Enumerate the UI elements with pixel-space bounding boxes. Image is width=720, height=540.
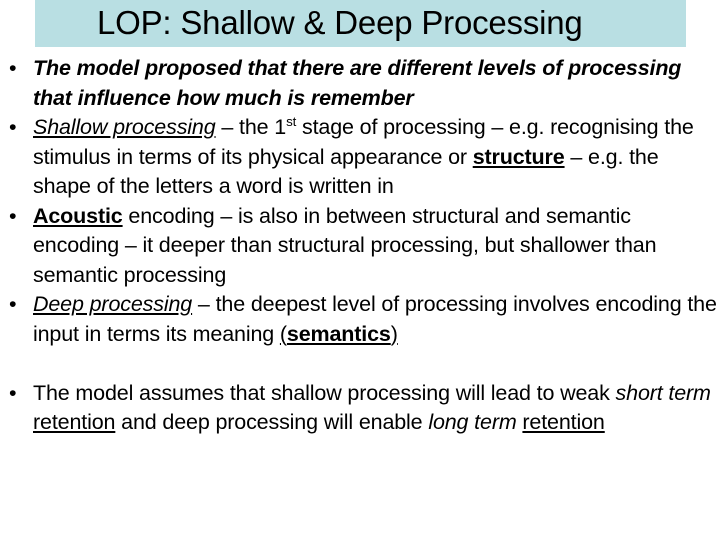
bullet-text: Acoustic encoding – is also in between s… [33, 202, 720, 291]
text-run: ) [390, 321, 398, 346]
page-title: LOP: Shallow & Deep Processing [97, 4, 583, 41]
text-run: encoding – is also in between structural… [33, 203, 657, 287]
text-run: Deep processing [33, 292, 193, 316]
bullet-levels-of-processing: • The model proposed that there are diffe… [0, 54, 720, 113]
text-run: Acoustic [33, 203, 123, 228]
bullet-marker-icon: • [9, 56, 17, 80]
slide-body: • The model proposed that there are diffe… [0, 54, 720, 438]
bullet-marker-icon: • [9, 380, 17, 405]
bullet-marker-icon: • [9, 292, 17, 316]
text-run: ( [279, 321, 287, 346]
ordinal-suffix: st [286, 113, 297, 129]
bullet-text: The model assumes that shallow processin… [33, 379, 720, 438]
bullet-deep-processing: • Deep processing – the deepest level of … [0, 290, 720, 349]
bullet-text: The model proposed that there are differ… [33, 54, 720, 113]
bullet-text: Shallow processing – the 1st stage of pr… [33, 113, 720, 202]
bullet-list: • The model proposed that there are diffe… [0, 54, 720, 438]
text-run: semantics [286, 321, 391, 346]
bullet-model-assumes: • The model assumes that shallow processi… [0, 379, 720, 438]
text-run: retention [33, 410, 116, 434]
bullet-marker-icon: • [9, 115, 17, 139]
text-run: The model assumes that shallow processin… [33, 380, 616, 405]
bullet-marker-icon: • [9, 203, 17, 228]
text-run: retention [522, 410, 605, 434]
slide-canvas: LOP: Shallow & Deep Processing • The mode… [0, 0, 720, 540]
bullet-shallow-processing: • Shallow processing – the 1st stage of p… [0, 113, 720, 202]
bullet-spacer [0, 349, 720, 379]
text-run: and deep processing will enable [115, 410, 429, 434]
text-run: short term [615, 380, 711, 405]
bullet-acoustic-encoding: • Acoustic encoding – is also in between … [0, 202, 720, 291]
text-run: – the 1 [215, 115, 287, 139]
text-run: Shallow processing [33, 115, 216, 139]
text-run: structure [472, 144, 565, 169]
bullet-text: Deep processing – the deepest level of p… [33, 290, 720, 349]
text-run: long term [428, 410, 517, 434]
text-run: The model proposed that there are differ… [33, 56, 682, 110]
title-banner: LOP: Shallow & Deep Processing [35, 0, 686, 47]
